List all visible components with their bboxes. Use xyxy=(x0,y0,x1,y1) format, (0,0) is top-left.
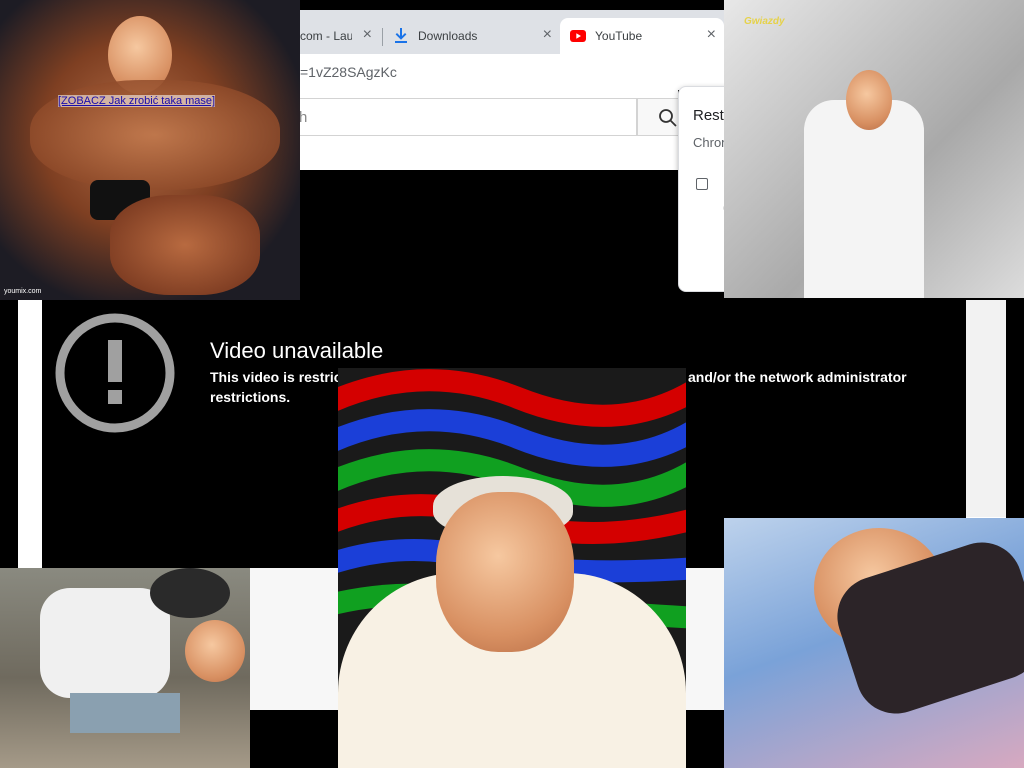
search-placeholder: h xyxy=(299,109,308,126)
download-icon xyxy=(394,27,408,46)
restore-checkbox[interactable] xyxy=(696,178,708,190)
search-icon xyxy=(659,109,677,127)
tab-label: com - Lau xyxy=(300,29,352,43)
tab-close-icon[interactable]: × xyxy=(363,27,372,43)
tv-logo: Gwiazdy xyxy=(744,16,785,27)
overlay-photo-bodybuilder xyxy=(0,0,300,300)
page-background xyxy=(250,568,340,710)
tab-downloads[interactable]: Downloads × xyxy=(384,18,560,54)
error-message-end: and/or the network administrator xyxy=(688,369,907,385)
shirt xyxy=(40,588,170,698)
overlay-photo-boy xyxy=(0,568,250,768)
error-message-line2: restrictions. xyxy=(210,389,291,405)
warning-icon xyxy=(54,312,176,439)
watermark: youmix.com xyxy=(4,288,42,295)
hair xyxy=(150,568,230,618)
white-coat xyxy=(804,100,924,298)
screen: com - Lau × Downloads × YouTube × =1vZ28… xyxy=(0,0,1024,768)
youtube-header: h xyxy=(299,90,701,170)
address-url[interactable]: =1vZ28SAgzKc xyxy=(300,64,397,80)
error-message-start: This video is restrict xyxy=(210,369,347,385)
overlay-photo-center xyxy=(338,368,686,768)
face xyxy=(436,492,574,652)
page-background xyxy=(686,568,726,710)
youtube-icon xyxy=(570,30,586,45)
legs xyxy=(110,195,260,295)
address-bar[interactable]: =1vZ28SAgzKc xyxy=(300,54,724,90)
face xyxy=(846,70,892,130)
shorts xyxy=(70,693,180,733)
tab-separator xyxy=(382,28,383,46)
tab-youtube[interactable]: YouTube × xyxy=(560,18,724,54)
page-strip xyxy=(966,300,1006,517)
error-title: Video unavailable xyxy=(210,338,384,363)
ad-link[interactable]: [ZOBACZ Jak zrobić taka mase] xyxy=(58,95,216,107)
overlay-photo-scarf xyxy=(724,518,1024,768)
tab-lau[interactable]: com - Lau × xyxy=(300,18,380,54)
face xyxy=(185,620,245,682)
tab-close-icon[interactable]: × xyxy=(707,27,716,43)
search-input[interactable]: h xyxy=(299,98,637,136)
tab-label: Downloads xyxy=(418,29,478,43)
tab-label: YouTube xyxy=(595,29,643,43)
browser-tabstrip: com - Lau × Downloads × YouTube × xyxy=(300,10,724,54)
overlay-photo-butcher xyxy=(724,0,1024,298)
tab-close-icon[interactable]: × xyxy=(543,27,552,43)
